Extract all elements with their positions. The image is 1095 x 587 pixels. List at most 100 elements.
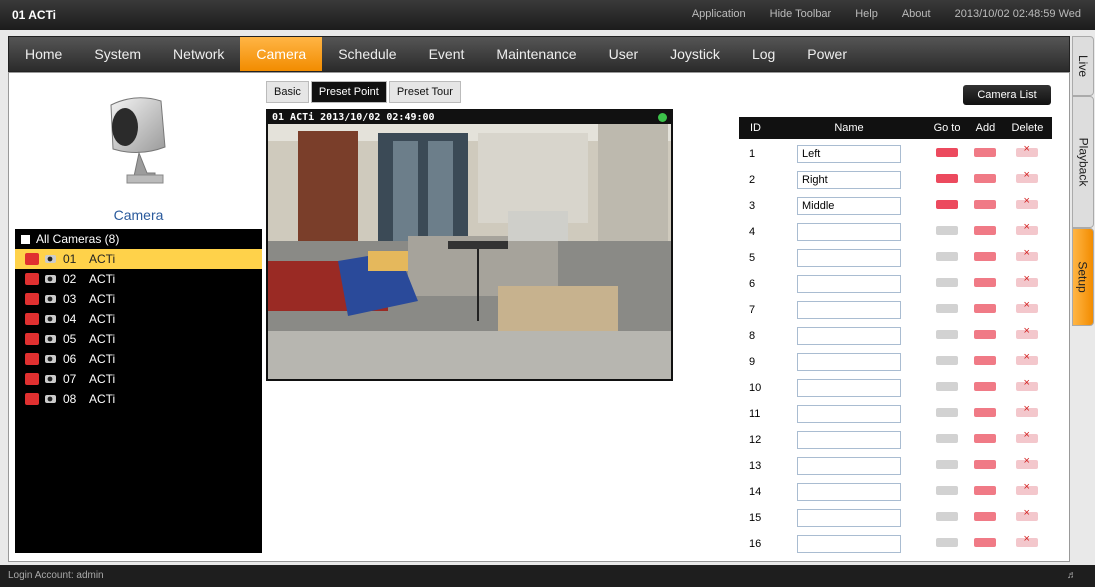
- goto-button[interactable]: [936, 278, 959, 287]
- delete-preset-button[interactable]: [1016, 273, 1039, 287]
- add-preset-button[interactable]: [974, 174, 997, 183]
- menu-user[interactable]: User: [593, 37, 655, 71]
- menu-schedule[interactable]: Schedule: [322, 37, 412, 71]
- live-video[interactable]: 01 ACTi 2013/10/02 02:49:00: [266, 109, 673, 381]
- delete-preset-button[interactable]: [1016, 195, 1039, 209]
- goto-button[interactable]: [936, 200, 959, 209]
- camera-item[interactable]: 04 ACTi: [15, 309, 262, 329]
- goto-button[interactable]: [936, 486, 959, 495]
- add-preset-button[interactable]: [974, 200, 997, 209]
- add-preset-button[interactable]: [974, 486, 997, 495]
- preset-name-cell: [772, 195, 927, 217]
- preset-name-input[interactable]: [797, 353, 901, 371]
- goto-button[interactable]: [936, 148, 959, 157]
- preset-name-input[interactable]: [797, 145, 901, 163]
- tab-live[interactable]: Live: [1072, 36, 1094, 96]
- camera-item[interactable]: 02 ACTi: [15, 269, 262, 289]
- delete-preset-button[interactable]: [1016, 325, 1039, 339]
- menu-joystick[interactable]: Joystick: [654, 37, 736, 71]
- camera-item[interactable]: 05 ACTi: [15, 329, 262, 349]
- goto-button[interactable]: [936, 538, 959, 547]
- menu-event[interactable]: Event: [413, 37, 481, 71]
- preset-name-input[interactable]: [797, 171, 901, 189]
- add-preset-button[interactable]: [974, 330, 997, 339]
- menu-camera[interactable]: Camera: [240, 37, 323, 71]
- delete-preset-button[interactable]: [1016, 533, 1039, 547]
- camera-item[interactable]: 07 ACTi: [15, 369, 262, 389]
- tab-preset-point[interactable]: Preset Point: [310, 81, 387, 103]
- menu-network[interactable]: Network: [157, 37, 240, 71]
- goto-button[interactable]: [936, 226, 959, 235]
- volume-icon[interactable]: ♬: [1067, 570, 1077, 581]
- delete-preset-button[interactable]: [1016, 169, 1039, 183]
- add-preset-button[interactable]: [974, 226, 997, 235]
- add-preset-button[interactable]: [974, 356, 997, 365]
- add-preset-button[interactable]: [974, 278, 997, 287]
- delete-preset-button[interactable]: [1016, 221, 1039, 235]
- tab-basic[interactable]: Basic: [266, 81, 309, 103]
- tree-root[interactable]: All Cameras (8): [15, 229, 262, 249]
- tab-playback[interactable]: Playback: [1072, 96, 1094, 228]
- add-preset-button[interactable]: [974, 512, 997, 521]
- camera-item[interactable]: 06 ACTi: [15, 349, 262, 369]
- preset-name-input[interactable]: [797, 379, 901, 397]
- preset-name-input[interactable]: [797, 249, 901, 267]
- goto-button[interactable]: [936, 252, 959, 261]
- camera-item[interactable]: 08 ACTi: [15, 389, 262, 409]
- preset-name-input[interactable]: [797, 457, 901, 475]
- delete-preset-button[interactable]: [1016, 455, 1039, 469]
- preset-name-input[interactable]: [797, 535, 901, 553]
- preset-name-input[interactable]: [797, 301, 901, 319]
- menu-system[interactable]: System: [78, 37, 157, 71]
- camera-name: ACTi: [89, 292, 116, 306]
- menu-maintenance[interactable]: Maintenance: [480, 37, 592, 71]
- delete-preset-button[interactable]: [1016, 429, 1039, 443]
- goto-button[interactable]: [936, 408, 959, 417]
- camera-item[interactable]: 01 ACTi: [15, 249, 262, 269]
- goto-button[interactable]: [936, 460, 959, 469]
- camera-list-button[interactable]: Camera List: [963, 85, 1051, 105]
- goto-button[interactable]: [936, 356, 959, 365]
- preset-name-input[interactable]: [797, 275, 901, 293]
- preset-name-input[interactable]: [797, 431, 901, 449]
- add-preset-button[interactable]: [974, 538, 997, 547]
- delete-preset-button[interactable]: [1016, 377, 1039, 391]
- add-preset-button[interactable]: [974, 408, 997, 417]
- delete-preset-button[interactable]: [1016, 299, 1039, 313]
- menu-home[interactable]: Home: [9, 37, 78, 71]
- goto-button[interactable]: [936, 382, 959, 391]
- delete-preset-button[interactable]: [1016, 143, 1039, 157]
- preset-name-input[interactable]: [797, 509, 901, 527]
- about-link[interactable]: About: [902, 8, 931, 20]
- delete-preset-button[interactable]: [1016, 247, 1039, 261]
- goto-button[interactable]: [936, 434, 959, 443]
- delete-preset-button[interactable]: [1016, 481, 1039, 495]
- preset-name-input[interactable]: [797, 327, 901, 345]
- goto-button[interactable]: [936, 174, 959, 183]
- delete-preset-button[interactable]: [1016, 403, 1039, 417]
- camera-item[interactable]: 03 ACTi: [15, 289, 262, 309]
- goto-button[interactable]: [936, 512, 959, 521]
- tab-preset-tour[interactable]: Preset Tour: [388, 81, 461, 103]
- add-preset-button[interactable]: [974, 382, 997, 391]
- help-link[interactable]: Help: [855, 8, 878, 20]
- preset-name-input[interactable]: [797, 483, 901, 501]
- add-preset-button[interactable]: [974, 460, 997, 469]
- preset-name-input[interactable]: [797, 405, 901, 423]
- tab-setup[interactable]: Setup: [1072, 228, 1094, 326]
- add-preset-button[interactable]: [974, 304, 997, 313]
- preset-name-input[interactable]: [797, 197, 901, 215]
- goto-button[interactable]: [936, 330, 959, 339]
- preset-name-input[interactable]: [797, 223, 901, 241]
- add-preset-button[interactable]: [974, 252, 997, 261]
- application-link[interactable]: Application: [692, 8, 746, 20]
- hide-toolbar-link[interactable]: Hide Toolbar: [770, 8, 832, 20]
- collapse-icon[interactable]: [21, 234, 30, 244]
- delete-preset-button[interactable]: [1016, 507, 1039, 521]
- add-preset-button[interactable]: [974, 434, 997, 443]
- add-preset-button[interactable]: [974, 148, 997, 157]
- delete-preset-button[interactable]: [1016, 351, 1039, 365]
- menu-log[interactable]: Log: [736, 37, 791, 71]
- goto-button[interactable]: [936, 304, 959, 313]
- menu-power[interactable]: Power: [791, 37, 863, 71]
